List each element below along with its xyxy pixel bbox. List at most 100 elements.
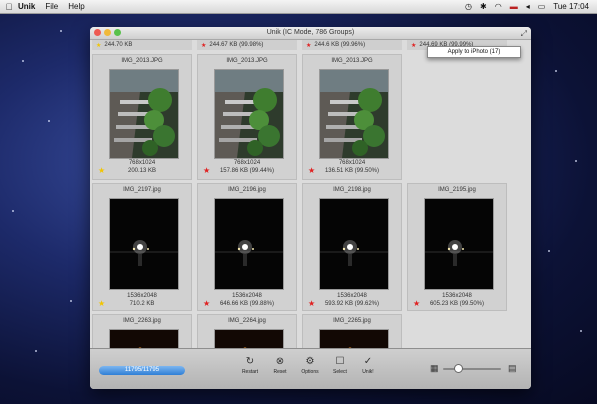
file-size: 157.86 KB (99.44%): [219, 168, 275, 174]
file-size: 646.66 KB (99.88%): [219, 301, 275, 307]
rating-star-icon[interactable]: ★: [96, 42, 101, 49]
options-button[interactable]: ⚙ Options: [296, 356, 324, 375]
file-name: IMG_2195.jpg: [438, 187, 476, 193]
image-dimensions: 768x1024: [233, 160, 261, 166]
photo-cell[interactable]: IMG_2263.jpg: [92, 314, 192, 349]
top-row-cell[interactable]: ★ 244.6 KB (99.96%): [302, 40, 402, 50]
unik-label: Unik!: [362, 369, 374, 375]
rating-star-icon[interactable]: ★: [98, 299, 105, 308]
photo-cell[interactable]: IMG_2265.jpg: [302, 314, 402, 349]
photo-cell[interactable]: IMG_2013.JPG 768x1024 157.86 KB (99.44%)…: [197, 54, 297, 180]
reset-label: Reset: [273, 369, 287, 375]
select-icon: ☐: [335, 356, 345, 367]
volume-icon[interactable]: ◂: [526, 2, 530, 11]
file-name: IMG_2013.JPG: [121, 58, 163, 64]
image-dimensions: 768x1024: [338, 160, 366, 166]
photo-cell[interactable]: IMG_2264.jpg: [197, 314, 297, 349]
photo-cell[interactable]: IMG_2013.JPG 768x1024 200.13 KB ★: [92, 54, 192, 180]
gear-icon: ⚙: [305, 356, 315, 367]
file-size: 593.92 KB (99.62%): [324, 301, 380, 307]
file-name: IMG_2198.jpg: [333, 187, 371, 193]
photo-grid: ★ 244.70 KB ★ 244.67 KB (99.98%) ★ 244.6…: [90, 40, 531, 349]
bluetooth-icon[interactable]: ✱: [480, 2, 487, 11]
apple-menu-icon[interactable]: : [0, 2, 18, 12]
large-grid-icon[interactable]: ▤: [508, 363, 517, 374]
rating-star-icon[interactable]: ★: [201, 42, 206, 49]
rating-star-icon[interactable]: ★: [308, 166, 315, 175]
small-grid-icon[interactable]: ▦: [430, 363, 439, 374]
file-size: 136.51 KB (99.50%): [324, 168, 380, 174]
progress-bar: 11795/11795: [99, 366, 185, 375]
menubar-clock[interactable]: Tue 17:04: [553, 2, 589, 11]
rating-star-icon[interactable]: ★: [306, 42, 311, 49]
restart-label: Restart: [241, 369, 259, 375]
file-name: IMG_2013.JPG: [226, 58, 268, 64]
close-button[interactable]: [94, 29, 101, 36]
file-name: IMG_2013.JPG: [331, 58, 373, 64]
photo-thumbnail[interactable]: [319, 329, 389, 349]
photo-cell[interactable]: IMG_2196.jpg 1536x2048 646.66 KB (99.88%…: [197, 183, 297, 311]
file-name: IMG_2264.jpg: [228, 318, 266, 324]
photo-cell[interactable]: IMG_2195.jpg 1536x2048 605.23 KB (99.50%…: [407, 183, 507, 311]
file-size: 244.70 KB: [104, 42, 133, 48]
zoom-button[interactable]: [114, 29, 121, 36]
photo-thumbnail[interactable]: [214, 198, 284, 290]
unik-window: Unik (IC Mode, 786 Groups) ⤢ ★ 244.70 KB…: [90, 27, 531, 389]
options-label: Options: [301, 369, 319, 375]
rating-star-icon[interactable]: ★: [203, 299, 210, 308]
minimize-button[interactable]: [104, 29, 111, 36]
reset-icon: ⊗: [275, 356, 285, 367]
photo-thumbnail[interactable]: [109, 198, 179, 290]
photo-cell[interactable]: IMG_2197.jpg 1536x2048 710.2 KB ★: [92, 183, 192, 311]
rating-star-icon[interactable]: ★: [308, 299, 315, 308]
restart-button[interactable]: ↻ Restart: [236, 356, 264, 375]
wifi-icon[interactable]: ◠: [495, 2, 502, 11]
photo-thumbnail[interactable]: [109, 329, 179, 349]
bottom-toolbar: 11795/11795 ↻ Restart ⊗ Reset ⚙ Options …: [90, 348, 531, 389]
window-title: Unik (IC Mode, 786 Groups): [266, 29, 355, 36]
top-row-cell[interactable]: ★ 244.70 KB: [92, 40, 192, 50]
file-size: 605.23 KB (99.50%): [429, 301, 485, 307]
photo-thumbnail[interactable]: [214, 69, 284, 159]
top-row-cell[interactable]: ★ 244.67 KB (99.98%): [197, 40, 297, 50]
menu-file[interactable]: File: [45, 2, 58, 11]
photo-thumbnail[interactable]: [214, 329, 284, 349]
menu-bar:  Unik File Help ◷ ✱ ◠ ▬ ◂ ▭ Tue 17:04: [0, 0, 597, 14]
image-dimensions: 1536x2048: [232, 293, 262, 299]
rating-star-icon[interactable]: ★: [411, 42, 416, 49]
flag-icon[interactable]: ▬: [510, 2, 518, 11]
restart-icon: ↻: [245, 356, 255, 367]
menu-help[interactable]: Help: [68, 2, 84, 11]
reset-button[interactable]: ⊗ Reset: [266, 356, 294, 375]
photo-thumbnail[interactable]: [319, 198, 389, 290]
rating-star-icon[interactable]: ★: [203, 166, 210, 175]
thumbnail-size-slider[interactable]: [443, 368, 501, 370]
checkmark-icon: ✓: [363, 356, 373, 367]
photo-thumbnail[interactable]: [109, 69, 179, 159]
file-name: IMG_2196.jpg: [228, 187, 266, 193]
file-size: 710.2 KB: [129, 301, 155, 307]
apply-to-iphoto-menu-item[interactable]: Apply to iPhoto (17): [427, 46, 521, 58]
time-machine-icon[interactable]: ◷: [465, 2, 472, 11]
window-titlebar[interactable]: Unik (IC Mode, 786 Groups) ⤢: [90, 27, 531, 40]
file-size: 244.67 KB (99.98%): [209, 42, 264, 48]
photo-thumbnail[interactable]: [319, 69, 389, 159]
slider-knob[interactable]: [453, 364, 463, 373]
image-dimensions: 768x1024: [128, 160, 156, 166]
image-dimensions: 1536x2048: [442, 293, 472, 299]
rating-star-icon[interactable]: ★: [413, 299, 420, 308]
photo-thumbnail[interactable]: [424, 198, 494, 290]
menu-unik[interactable]: Unik: [18, 2, 35, 11]
image-dimensions: 1536x2048: [337, 293, 367, 299]
unik-button[interactable]: ✓ Unik!: [354, 356, 382, 375]
file-name: IMG_2197.jpg: [123, 187, 161, 193]
photo-cell[interactable]: IMG_2013.JPG 768x1024 136.51 KB (99.50%)…: [302, 54, 402, 180]
file-size: 244.6 KB (99.96%): [314, 42, 366, 48]
fullscreen-icon[interactable]: ⤢: [521, 28, 527, 40]
photo-cell[interactable]: IMG_2198.jpg 1536x2048 593.92 KB (99.62%…: [302, 183, 402, 311]
battery-icon[interactable]: ▭: [538, 2, 546, 11]
select-button[interactable]: ☐ Select: [326, 356, 354, 375]
rating-star-icon[interactable]: ★: [98, 166, 105, 175]
file-name: IMG_2265.jpg: [333, 318, 371, 324]
select-label: Select: [333, 369, 347, 375]
